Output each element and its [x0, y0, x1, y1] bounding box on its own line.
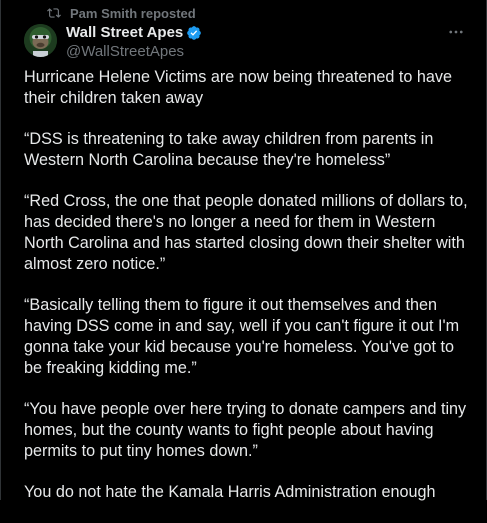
repost-text[interactable]: Pam Smith reposted	[70, 6, 196, 21]
tweet-paragraph: “You have people over here trying to don…	[24, 400, 467, 460]
more-options-button[interactable]	[446, 24, 466, 40]
tweet-paragraph: “DSS is threatening to take away childre…	[24, 130, 434, 169]
author-info: Wall Street Apes @WallStreetApes	[66, 24, 202, 61]
verified-badge-icon[interactable]	[186, 25, 202, 41]
tweet-paragraph: “Basically telling them to figure it out…	[24, 296, 460, 377]
tweet-paragraph: “Red Cross, the one that people donated …	[24, 192, 468, 273]
author-display-name[interactable]: Wall Street Apes	[66, 24, 183, 42]
author-handle[interactable]: @WallStreetApes	[66, 43, 202, 61]
repost-indicator: Pam Smith reposted	[47, 5, 196, 21]
tweet-card[interactable]: Pam Smith reposted Wall Street Apes @Wal…	[0, 0, 487, 501]
tweet-paragraph: Hurricane Helene Victims are now being t…	[24, 68, 453, 107]
avatar[interactable]	[24, 24, 57, 57]
repost-icon	[47, 6, 61, 20]
more-dots-icon	[449, 30, 463, 34]
tweet-text: Hurricane Helene Victims are now being t…	[24, 67, 474, 523]
author-name-row: Wall Street Apes	[66, 24, 202, 42]
ape-avatar-icon	[24, 24, 57, 57]
